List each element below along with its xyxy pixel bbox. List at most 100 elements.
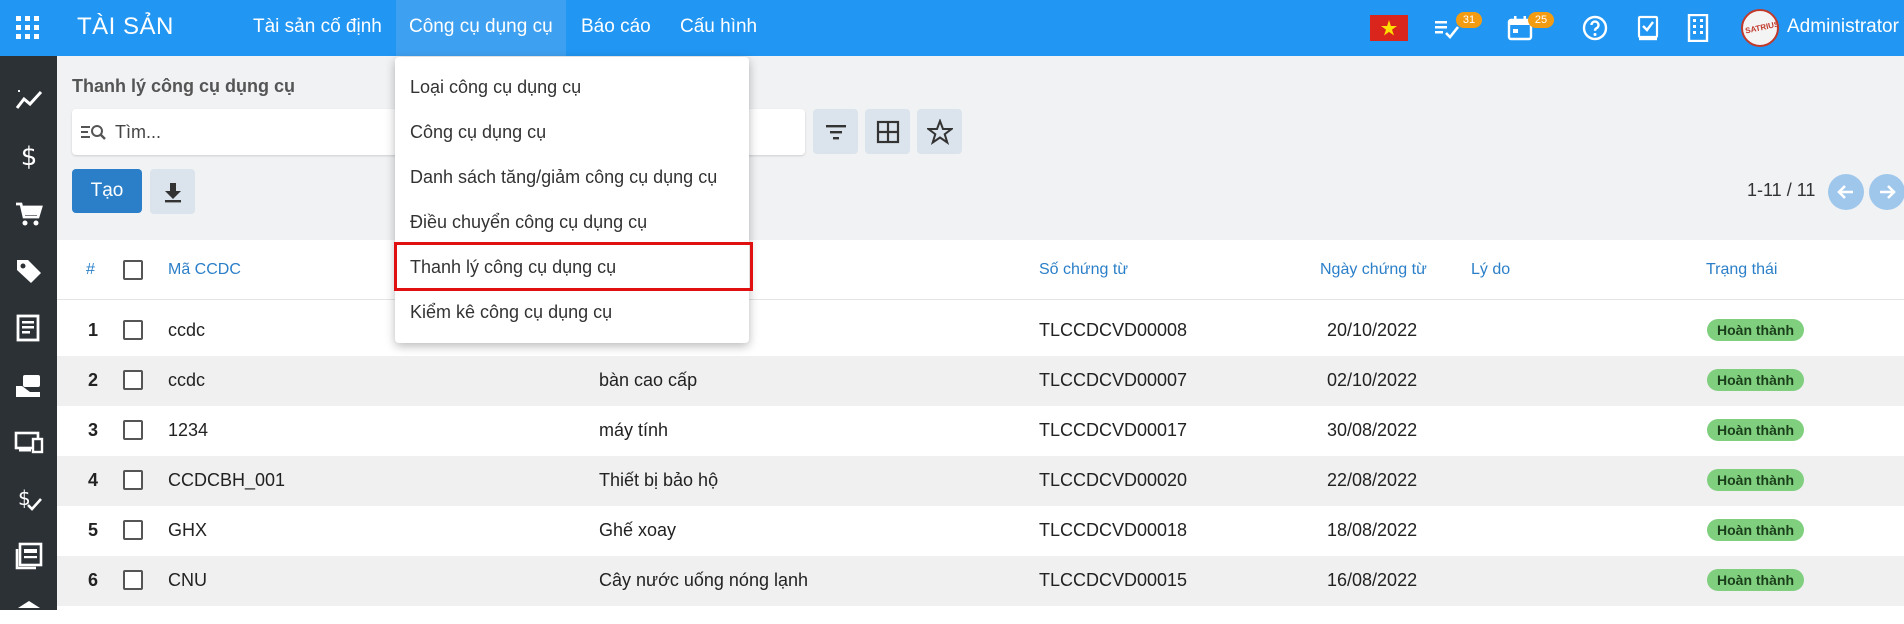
export-button[interactable]: [150, 169, 195, 214]
checklist-icon[interactable]: [1634, 14, 1662, 42]
row-number: 3: [88, 420, 99, 440]
nav-settings[interactable]: Cấu hình: [667, 0, 770, 56]
user-avatar[interactable]: SATRIUS: [1741, 9, 1779, 47]
sidebar: $ $: [0, 56, 57, 610]
row-checkbox[interactable]: [123, 370, 143, 390]
company-building-icon[interactable]: [1684, 14, 1712, 42]
status-badge: Hoàn thành: [1707, 319, 1804, 341]
nav-fixed-assets[interactable]: Tài sản cố định: [240, 0, 395, 56]
user-name[interactable]: Administrator: [1787, 16, 1899, 38]
row-doc-date: 18/08/2022: [1327, 520, 1418, 540]
tasks-badge: 31: [1456, 12, 1482, 28]
nav-tools[interactable]: Công cụ dụng cụ: [396, 0, 566, 56]
avatar-stamp-text: SATRIUS: [1744, 19, 1779, 36]
filter-icon: [825, 124, 846, 139]
row-checkbox[interactable]: [123, 470, 143, 490]
tag-icon[interactable]: [14, 256, 44, 286]
row-code: CCDCBH_001: [168, 470, 286, 490]
row-checkbox[interactable]: [123, 570, 143, 590]
column-header-number: #: [86, 261, 95, 278]
row-name: bàn cao cấp: [599, 370, 698, 390]
column-header-code[interactable]: Mã CCDC: [168, 261, 241, 279]
table-row[interactable]: 6 CNU Cây nước uống nóng lạnh TLCCDCVD00…: [57, 556, 1904, 606]
menu-item-increase-decrease-list[interactable]: Danh sách tăng/giảm công cụ dụng cụ: [395, 155, 749, 200]
hand-coin-icon[interactable]: [14, 370, 44, 400]
dollar-icon[interactable]: $: [14, 142, 44, 172]
row-doc-date: 22/08/2022: [1327, 470, 1418, 490]
menu-item-liquidation[interactable]: Thanh lý công cụ dụng cụ: [395, 245, 749, 290]
row-checkbox[interactable]: [123, 320, 143, 340]
create-button[interactable]: Tạo: [72, 169, 142, 213]
row-number: 6: [88, 570, 99, 590]
pager-next-button[interactable]: [1869, 174, 1904, 210]
row-name: Cây nước uống nóng lạnh: [599, 570, 808, 590]
newspaper-icon[interactable]: [14, 541, 44, 571]
row-code: CNU: [168, 570, 207, 590]
main-content: Thanh lý công cụ dụng cụ Tạo 1-11 / 11: [57, 56, 1904, 610]
row-doc-no: TLCCDCVD00017: [1039, 420, 1188, 440]
tools-dropdown-menu: Loại công cụ dụng cụ Công cụ dụng cụ Dan…: [395, 57, 749, 343]
row-doc-date: 16/08/2022: [1327, 570, 1418, 590]
table-row[interactable]: 2 ccdc bàn cao cấp TLCCDCVD00007 02/10/2…: [57, 356, 1904, 406]
row-doc-no: TLCCDCVD00015: [1039, 570, 1188, 590]
menu-item-tool-types[interactable]: Loại công cụ dụng cụ: [395, 65, 749, 110]
column-header-doc-no[interactable]: Số chứng từ: [1039, 261, 1128, 279]
column-header-status[interactable]: Trạng thái: [1706, 261, 1777, 279]
row-doc-no: TLCCDCVD00020: [1039, 470, 1188, 490]
table-row[interactable]: 3 1234 máy tính TLCCDCVD00017 30/08/2022…: [57, 406, 1904, 456]
row-code: 1234: [168, 420, 209, 440]
trend-icon[interactable]: [14, 85, 44, 115]
menu-item-inventory-check[interactable]: Kiểm kê công cụ dụng cụ: [395, 290, 749, 335]
status-badge: Hoàn thành: [1707, 569, 1804, 591]
download-icon: [164, 182, 181, 202]
arrow-right-icon: [1880, 185, 1896, 199]
row-name: máy tính: [599, 420, 669, 440]
row-doc-no: TLCCDCVD00018: [1039, 520, 1188, 540]
table-row[interactable]: 5 GHX Ghế xoay TLCCDCVD00018 18/08/2022 …: [57, 506, 1904, 556]
menu-item-tools[interactable]: Công cụ dụng cụ: [395, 110, 749, 155]
row-doc-date: 30/08/2022: [1327, 420, 1418, 440]
status-badge: Hoàn thành: [1707, 469, 1804, 491]
status-badge: Hoàn thành: [1707, 519, 1804, 541]
row-doc-no: TLCCDCVD00007: [1039, 370, 1188, 390]
help-icon[interactable]: [1581, 14, 1609, 42]
more-icon[interactable]: [14, 594, 44, 624]
row-checkbox[interactable]: [123, 520, 143, 540]
row-number: 4: [88, 470, 99, 490]
dollar-check-icon[interactable]: $: [14, 484, 44, 514]
arrow-left-icon: [1837, 185, 1853, 199]
apps-grid-icon[interactable]: [16, 16, 40, 40]
search-input[interactable]: [115, 121, 415, 143]
table-header: # Mã CCDC Số chứng từ Ngày chứng từ Lý d…: [57, 240, 1904, 300]
select-all-checkbox[interactable]: [123, 260, 143, 280]
table-row[interactable]: 4 CCDCBH_001 Thiết bị bảo hộ TLCCDCVD000…: [57, 456, 1904, 506]
control-panel: Thanh lý công cụ dụng cụ Tạo 1-11 / 11: [57, 56, 1904, 240]
cart-icon[interactable]: [14, 199, 44, 229]
row-doc-no: TLCCDCVD00008: [1039, 320, 1188, 340]
pager-value[interactable]: 1-11 / 11: [1747, 180, 1815, 201]
filter-button[interactable]: [813, 109, 858, 154]
row-doc-date: 20/10/2022: [1327, 320, 1418, 340]
row-number: 5: [88, 520, 99, 540]
favorites-button[interactable]: [917, 109, 962, 154]
vietnam-flag-icon[interactable]: [1370, 15, 1408, 41]
column-header-reason[interactable]: Lý do: [1471, 261, 1510, 279]
grid-icon: [876, 120, 899, 143]
menu-item-transfer[interactable]: Điều chuyển công cụ dụng cụ: [395, 200, 749, 245]
pager-previous-button[interactable]: [1828, 174, 1864, 210]
devices-icon[interactable]: [14, 427, 44, 457]
column-header-doc-date[interactable]: Ngày chứng từ: [1320, 261, 1427, 279]
row-number: 1: [88, 320, 99, 340]
star-icon: [926, 118, 953, 145]
row-checkbox[interactable]: [123, 420, 143, 440]
status-badge: Hoàn thành: [1707, 369, 1804, 391]
report-icon[interactable]: [14, 313, 44, 343]
table-row[interactable]: 1 ccdc TLCCDCVD00008 20/10/2022 Hoàn thà…: [57, 306, 1904, 356]
row-number: 2: [88, 370, 99, 390]
app-brand[interactable]: TÀI SẢN: [77, 13, 174, 41]
group-by-button[interactable]: [865, 109, 910, 154]
row-code: ccdc: [168, 370, 206, 390]
status-badge: Hoàn thành: [1707, 419, 1804, 441]
row-code: ccdc: [168, 320, 206, 340]
nav-reports[interactable]: Báo cáo: [568, 0, 664, 56]
